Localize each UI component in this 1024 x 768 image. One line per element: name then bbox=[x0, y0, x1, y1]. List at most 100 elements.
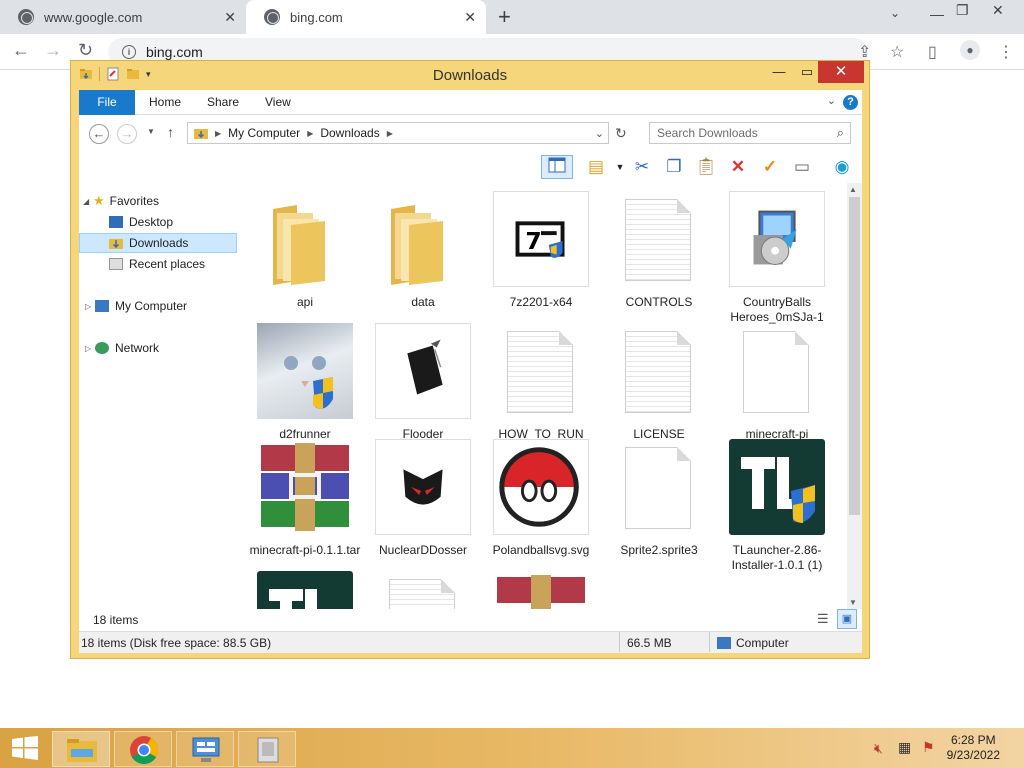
chrome-icon bbox=[130, 736, 158, 764]
file-item[interactable]: CONTROLS bbox=[603, 191, 715, 310]
file-item[interactable]: HOW_TO_RUN bbox=[485, 323, 597, 442]
large-icons-view-icon[interactable]: ▣ bbox=[837, 609, 857, 629]
file-explorer-taskbar-button[interactable] bbox=[52, 731, 110, 767]
status-location: Computer bbox=[736, 636, 789, 650]
file-item[interactable]: d2frunner bbox=[249, 323, 361, 442]
close-tab-icon[interactable]: ✕ bbox=[224, 9, 236, 26]
network-icon[interactable]: ▦ bbox=[898, 739, 911, 756]
close-tab-icon[interactable]: ✕ bbox=[464, 9, 476, 26]
tab-share[interactable]: Share bbox=[207, 90, 239, 115]
copy-icon[interactable]: ❐ bbox=[661, 155, 687, 179]
close-window-icon[interactable]: ✕ bbox=[992, 2, 1004, 19]
restore-icon[interactable]: ❐ bbox=[956, 2, 969, 19]
file-icon bbox=[729, 323, 825, 419]
network-icon bbox=[95, 342, 109, 354]
side-panel-icon[interactable]: ▯ bbox=[928, 42, 937, 62]
tab-home[interactable]: Home bbox=[149, 90, 181, 115]
nav-desktop[interactable]: Desktop bbox=[79, 212, 237, 232]
paste-icon[interactable]: 📋︎ bbox=[693, 155, 719, 179]
file-item[interactable]: LICENSE bbox=[603, 323, 715, 442]
forward-icon[interactable]: → bbox=[117, 124, 137, 144]
refresh-icon[interactable]: ↻ bbox=[615, 125, 627, 142]
expand-icon[interactable]: ◢ bbox=[83, 197, 93, 206]
clock-date: 9/23/2022 bbox=[946, 748, 1000, 762]
item-count: 18 items bbox=[93, 613, 139, 627]
file-item[interactable]: minecraft-pi-0.1.1.tar bbox=[249, 439, 361, 558]
expand-icon[interactable]: ▷ bbox=[85, 302, 95, 311]
tab-google[interactable]: www.google.com ✕ bbox=[0, 0, 246, 34]
collapse-ribbon-icon[interactable]: ⌄ bbox=[827, 94, 836, 107]
vertical-scrollbar[interactable]: ▲ ▼ bbox=[847, 183, 862, 609]
app-taskbar-button[interactable] bbox=[238, 731, 296, 767]
minimize-icon[interactable]: — bbox=[930, 6, 944, 22]
expand-icon[interactable]: ▷ bbox=[85, 344, 95, 353]
back-icon[interactable]: ← bbox=[12, 40, 30, 61]
file-item[interactable]: data bbox=[367, 191, 479, 310]
file-item[interactable] bbox=[249, 571, 361, 609]
tab-file[interactable]: File bbox=[79, 90, 135, 115]
file-item[interactable]: TLauncher-2.86-Installer-1.0.1 (1) bbox=[721, 439, 833, 573]
forward-icon[interactable]: → bbox=[44, 40, 62, 61]
reload-icon[interactable]: ↻ bbox=[78, 40, 93, 61]
file-item[interactable]: Flooder bbox=[367, 323, 479, 442]
close-window-icon[interactable]: ✕ bbox=[818, 61, 864, 83]
up-icon[interactable]: ↑ bbox=[167, 124, 174, 140]
system-clock[interactable]: 6:28 PM 9/23/2022 bbox=[947, 733, 1000, 763]
file-item[interactable]: minecraft-pi bbox=[721, 323, 833, 442]
back-icon[interactable]: ← bbox=[89, 124, 109, 144]
start-button-icon[interactable] bbox=[12, 736, 38, 760]
maximize-icon[interactable]: ▭ bbox=[793, 61, 821, 83]
control-panel-taskbar-button[interactable] bbox=[176, 731, 234, 767]
folder-icon bbox=[257, 191, 353, 287]
chrome-taskbar-button[interactable] bbox=[114, 731, 172, 767]
scroll-up-icon[interactable]: ▲ bbox=[849, 185, 857, 194]
scroll-down-icon[interactable]: ▼ bbox=[849, 598, 857, 607]
recent-locations-icon[interactable]: ▼ bbox=[147, 127, 155, 136]
file-item[interactable]: CountryBalls Heroes_0mSJa-1 bbox=[721, 191, 833, 325]
breadcrumb-downloads[interactable]: Downloads bbox=[320, 126, 379, 140]
file-item[interactable] bbox=[367, 571, 479, 609]
cut-icon[interactable]: ✂ bbox=[629, 155, 655, 179]
tab-search-icon[interactable]: ⌄ bbox=[890, 6, 900, 20]
menu-icon[interactable]: ⋮ bbox=[998, 42, 1014, 62]
file-item[interactable]: NuclearDDosser bbox=[367, 439, 479, 558]
speaker-muted-icon[interactable]: 🔇︎ bbox=[874, 740, 883, 757]
nav-favorites[interactable]: ◢ ★ Favorites bbox=[79, 191, 237, 211]
address-dropdown-icon[interactable]: ⌄ bbox=[595, 127, 604, 140]
taskbar: 🔇︎ ▦ ⚑ 6:28 PM 9/23/2022 bbox=[0, 728, 1024, 768]
globe-icon[interactable]: ◉ bbox=[829, 155, 855, 179]
details-view-icon[interactable]: ☰ bbox=[817, 611, 829, 627]
star-icon[interactable]: ☆ bbox=[890, 42, 904, 62]
profile-icon[interactable]: ● bbox=[960, 40, 980, 60]
app-icon bbox=[257, 571, 353, 609]
breadcrumb-computer[interactable]: My Computer bbox=[228, 126, 300, 140]
text-file-icon bbox=[611, 323, 707, 419]
info-icon[interactable]: i bbox=[122, 45, 136, 59]
share-icon[interactable]: ⇪ bbox=[858, 42, 871, 62]
nav-network[interactable]: ▷ Network bbox=[79, 338, 237, 358]
action-center-icon[interactable]: ⚑ bbox=[922, 739, 935, 756]
minimize-icon[interactable]: — bbox=[765, 61, 793, 83]
delete-icon[interactable]: ✕ bbox=[725, 155, 751, 179]
nav-my-computer[interactable]: ▷ My Computer bbox=[79, 296, 237, 316]
tab-view[interactable]: View bbox=[265, 90, 291, 115]
control-panel-icon bbox=[192, 737, 220, 762]
new-tab-button[interactable]: + bbox=[498, 4, 511, 30]
tab-bing[interactable]: bing.com ✕ bbox=[246, 0, 486, 34]
search-input[interactable]: Search Downloads ⌕ bbox=[649, 122, 851, 144]
notebook-icon bbox=[375, 323, 471, 419]
folder-options-icon[interactable]: ▤ bbox=[583, 155, 609, 179]
file-item[interactable] bbox=[485, 571, 597, 609]
preview-pane-icon[interactable] bbox=[541, 155, 573, 179]
check-icon[interactable]: ✓ bbox=[757, 155, 783, 179]
nav-recent-places[interactable]: Recent places bbox=[79, 254, 237, 274]
file-item[interactable]: Sprite2.sprite3 bbox=[603, 439, 715, 558]
nav-downloads[interactable]: Downloads bbox=[79, 233, 237, 253]
help-icon[interactable]: ? bbox=[843, 95, 858, 110]
breadcrumb[interactable]: ▶ My Computer ▶ Downloads ▶ ⌄ bbox=[187, 122, 609, 144]
rename-icon[interactable]: ▭ bbox=[789, 155, 815, 179]
scroll-thumb[interactable] bbox=[849, 197, 860, 515]
file-item[interactable]: api bbox=[249, 191, 361, 310]
file-item[interactable]: 7 7z2201-x64 bbox=[485, 191, 597, 310]
file-item[interactable]: Polandballsvg.svg bbox=[485, 439, 597, 558]
